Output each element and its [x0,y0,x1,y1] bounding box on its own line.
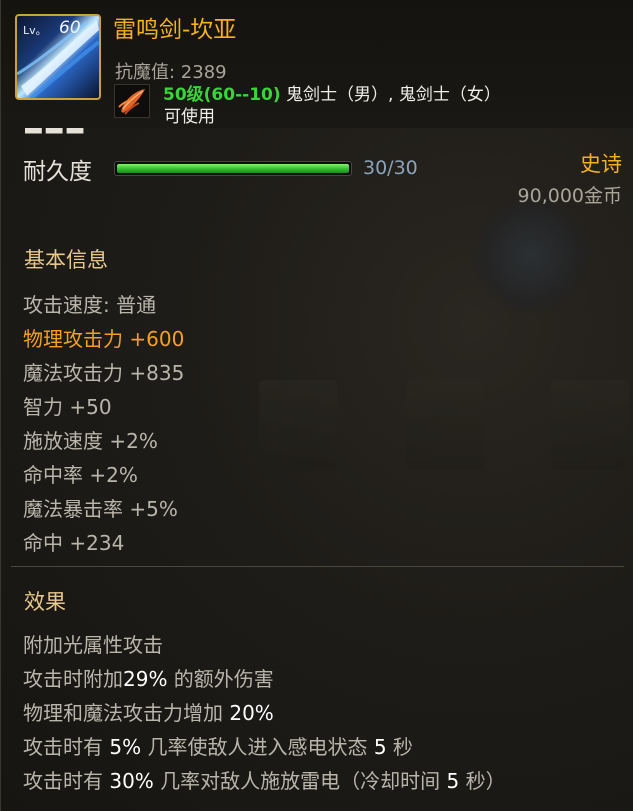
item-level-prefix: Lv。 [23,24,47,37]
feather-class-icon [114,84,150,118]
stat-line: 智力 +50 [23,395,112,419]
stat-line: 魔法攻击力 +835 [23,361,185,385]
effects-title: 效果 [24,590,66,614]
stat-line: 命中 +234 [23,531,125,555]
stat-line: 施放速度 +2% [23,429,158,453]
effect-line-hl2: 5 [373,735,387,759]
effect-line-pre: 物理和魔法攻击力增加 [23,701,230,725]
stat-line: 攻击速度: 普通 [23,293,157,317]
effect-line-hl2: 5 [446,769,460,793]
stat-line: 物理攻击力 +600 [23,327,185,351]
effect-line-hl1: 30% [109,769,154,793]
sell-price: 90,000金币 [517,185,622,207]
durability-bar-fill [117,164,349,173]
background-tile-decoration [551,380,629,470]
effect-line-mid: 几率使敌人进入感电状态 [141,735,374,759]
stat-line: 魔法暴击率 +5% [23,497,178,521]
section-divider [11,566,624,567]
background-orb-decoration [471,195,591,315]
rarity-label: 史诗 [580,152,622,176]
effect-line: 攻击时有 30% 几率对敌人施放雷电（冷却时间 5 秒） [23,765,506,794]
item-level-number: 60 [59,18,81,38]
clipped-previous-row: ▬▬▬ ' [23,128,86,141]
effect-line-hl1: 5% [109,735,142,759]
effect-line: 附加光属性攻击 [23,629,163,658]
effect-line-pre: 攻击时附加 [23,667,123,691]
effect-line-hl1: 29% [123,667,168,691]
effect-line-pre: 攻击时有 [23,735,110,759]
effect-line-post: 秒） [459,769,506,793]
effect-line: 攻击时有 5% 几率使敌人进入感电状态 5 秒 [23,731,413,760]
basic-info-title: 基本信息 [24,248,108,272]
durability-value: 30/30 [363,157,418,179]
durability-bar [114,161,352,176]
requirement-classes: 鬼剑士（男）, 鬼剑士（女） [280,85,501,105]
background-tile-decoration [259,380,337,470]
item-tooltip: Lv。 60 雷鸣剑-坎亚 抗魔值: 2389 50级(60--10) 鬼剑士（… [0,0,633,811]
durability-label: 耐久度 [23,159,92,185]
usable-status: 可使用 [164,107,215,127]
item-name: 雷鸣剑-坎亚 [113,17,237,43]
effect-line-mid: 的额外伤害 [167,667,274,691]
effect-line: 攻击时附加29% 的额外伤害 [23,663,274,692]
effect-line-pre: 附加光属性攻击 [23,633,163,657]
effect-line-hl1: 20% [229,701,274,725]
effect-line-pre: 攻击时有 [23,769,110,793]
effect-line-mid: 几率对敌人施放雷电（冷却时间 [153,769,447,793]
effect-line: 物理和魔法攻击力增加 20% [23,697,274,726]
background-tile-decoration [406,380,484,470]
stat-line: 命中率 +2% [23,463,138,487]
item-header: Lv。 60 雷鸣剑-坎亚 抗魔值: 2389 50级(60--10) 鬼剑士（… [1,0,633,128]
effect-line-post: 秒 [386,735,413,759]
thunder-sword-icon[interactable]: Lv。 60 [15,14,101,100]
